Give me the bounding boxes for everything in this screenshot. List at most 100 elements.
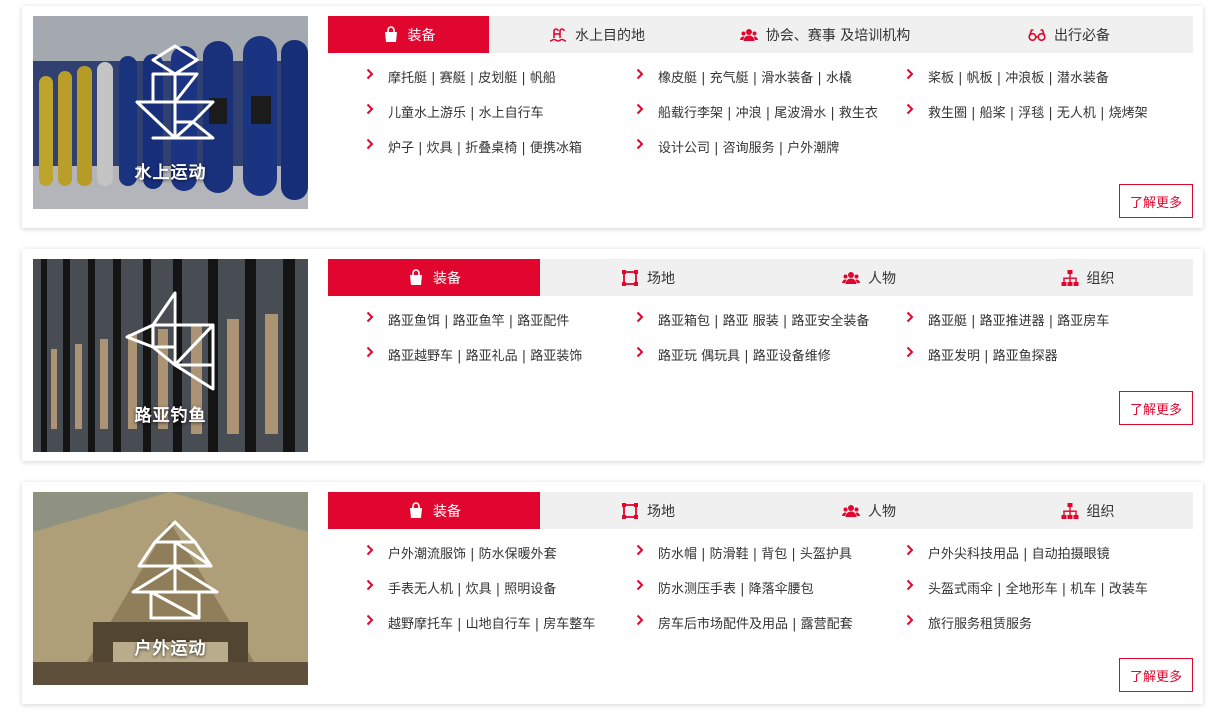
list-item[interactable]: 旅行服务租赁服务 bbox=[906, 613, 1032, 632]
chevron-right-icon bbox=[366, 579, 374, 591]
list-item[interactable]: 摩托艇 | 赛艇 | 皮划艇 | 帆船 bbox=[366, 67, 556, 86]
chevron-right-icon bbox=[636, 346, 644, 358]
category-card-lure-fishing: 路亚钓鱼 装备 场地 人物 组织 路亚鱼饵 | 路亚鱼竿 | 路亚配件 路亚箱包… bbox=[22, 249, 1203, 461]
chevron-right-icon bbox=[906, 579, 914, 591]
category-image[interactable]: 水上运动 bbox=[33, 16, 308, 209]
users-icon bbox=[842, 504, 860, 517]
list-item[interactable]: 路亚玩 偶玩具 | 路亚设备维修 bbox=[636, 345, 831, 364]
category-image[interactable]: 路亚钓鱼 bbox=[33, 259, 308, 452]
tab-label: 人物 bbox=[868, 270, 896, 287]
users-icon bbox=[842, 271, 860, 284]
chevron-right-icon bbox=[366, 311, 374, 323]
tab-people[interactable]: 人物 bbox=[756, 259, 982, 296]
list-item[interactable]: 路亚越野车 | 路亚礼品 | 路亚装饰 bbox=[366, 345, 582, 364]
tab-equipment[interactable]: 装备 bbox=[328, 492, 540, 529]
list-item[interactable]: 炉子 | 炊具 | 折叠桌椅 | 便携冰箱 bbox=[366, 137, 582, 156]
chevron-right-icon bbox=[366, 68, 374, 80]
tab-label: 场地 bbox=[647, 270, 675, 287]
tab-associations[interactable]: 协会、赛事 及培训机构 bbox=[705, 16, 945, 53]
list-item[interactable]: 防水测压手表 | 降落伞腰包 bbox=[636, 578, 814, 597]
chevron-right-icon bbox=[636, 579, 644, 591]
pool-ladder-icon bbox=[549, 27, 567, 42]
shopping-bag-icon bbox=[410, 268, 422, 285]
list-item[interactable]: 船载行李架 | 冲浪 | 尾波滑水 | 救生衣 bbox=[636, 102, 878, 121]
list-item[interactable]: 橡皮艇 | 充气艇 | 滑水装备 | 水橇 bbox=[636, 67, 852, 86]
tab-label: 出行必备 bbox=[1054, 27, 1110, 44]
shopping-bag-icon bbox=[410, 501, 422, 518]
learn-more-button[interactable]: 了解更多 bbox=[1119, 391, 1193, 425]
chevron-right-icon bbox=[636, 311, 644, 323]
tab-travel-essentials[interactable]: 出行必备 bbox=[945, 16, 1193, 53]
list-item[interactable]: 救生圈 | 船桨 | 浮毯 | 无人机 | 烧烤架 bbox=[906, 102, 1148, 121]
chevron-right-icon bbox=[636, 68, 644, 80]
category-image[interactable]: 户外运动 bbox=[33, 492, 308, 685]
tab-label: 组织 bbox=[1086, 503, 1115, 520]
tab-equipment[interactable]: 装备 bbox=[328, 16, 489, 53]
list-item[interactable]: 防水帽 | 防滑鞋 | 背包 | 头盔护具 bbox=[636, 543, 852, 562]
chevron-right-icon bbox=[366, 544, 374, 556]
tangram-boat-emblem bbox=[135, 44, 215, 140]
chevron-right-icon bbox=[366, 103, 374, 115]
org-chart-icon bbox=[1061, 502, 1078, 519]
shopping-bag-icon bbox=[384, 25, 397, 42]
list-item[interactable]: 桨板 | 帆板 | 冲浪板 | 潜水装备 bbox=[906, 67, 1109, 86]
category-card-water-sports: 水上运动 装备 水上目的地 协会、赛事 及培训机构 出行必备 摩托艇 | 赛艇 … bbox=[22, 6, 1203, 228]
list-item[interactable]: 户外潮流服饰 | 防水保暖外套 bbox=[366, 543, 557, 562]
category-card-outdoor-sports: 户外运动 装备 场地 人物 组织 户外潮流服饰 | 防水保暖外套 防水帽 | 防… bbox=[22, 482, 1203, 704]
chevron-right-icon bbox=[636, 614, 644, 626]
list-item[interactable]: 路亚鱼饵 | 路亚鱼竿 | 路亚配件 bbox=[366, 310, 569, 329]
list-item[interactable]: 手表无人机 | 炊具 | 照明设备 bbox=[366, 578, 556, 597]
category-caption: 路亚钓鱼 bbox=[134, 406, 207, 426]
tab-label: 装备 bbox=[433, 270, 461, 287]
tab-bar: 装备 水上目的地 协会、赛事 及培训机构 出行必备 bbox=[328, 16, 1193, 53]
list-item[interactable]: 路亚发明 | 路亚鱼探器 bbox=[906, 345, 1058, 364]
learn-more-button[interactable]: 了解更多 bbox=[1119, 658, 1193, 692]
list-item[interactable]: 设计公司 | 咨询服务 | 户外潮牌 bbox=[636, 137, 839, 156]
tab-venues[interactable]: 场地 bbox=[540, 259, 756, 296]
org-chart-icon bbox=[1061, 269, 1078, 286]
chevron-right-icon bbox=[366, 614, 374, 626]
tab-water-destinations[interactable]: 水上目的地 bbox=[489, 16, 705, 53]
tab-label: 装备 bbox=[407, 27, 436, 44]
tab-label: 装备 bbox=[433, 503, 461, 520]
tab-label: 组织 bbox=[1086, 270, 1115, 287]
chevron-right-icon bbox=[906, 103, 914, 115]
venue-frame-icon bbox=[622, 269, 638, 286]
tab-label: 水上目的地 bbox=[575, 27, 645, 44]
tab-label: 场地 bbox=[647, 503, 675, 520]
category-caption: 水上运动 bbox=[134, 163, 207, 183]
chevron-right-icon bbox=[906, 68, 914, 80]
list-item[interactable]: 越野摩托车 | 山地自行车 | 房车整车 bbox=[366, 613, 595, 632]
list-item[interactable]: 头盔式雨伞 | 全地形车 | 机车 | 改装车 bbox=[906, 578, 1148, 597]
chevron-right-icon bbox=[636, 544, 644, 556]
chevron-right-icon bbox=[906, 346, 914, 358]
list-item[interactable]: 路亚箱包 | 路亚 服装 | 路亚安全装备 bbox=[636, 310, 869, 329]
tab-equipment[interactable]: 装备 bbox=[328, 259, 540, 296]
list-item[interactable]: 儿童水上游乐 | 水上自行车 bbox=[366, 102, 544, 121]
chevron-right-icon bbox=[366, 138, 374, 150]
chevron-right-icon bbox=[906, 544, 914, 556]
tab-bar: 装备 场地 人物 组织 bbox=[328, 492, 1193, 529]
tangram-fish-emblem bbox=[125, 291, 215, 391]
tab-label: 人物 bbox=[868, 503, 896, 520]
chevron-right-icon bbox=[636, 138, 644, 150]
learn-more-button[interactable]: 了解更多 bbox=[1119, 184, 1193, 218]
list-item[interactable]: 户外尖科技用品 | 自动拍摄眼镜 bbox=[906, 543, 1110, 562]
tab-organizations[interactable]: 组织 bbox=[982, 492, 1193, 529]
users-icon bbox=[739, 28, 758, 41]
tab-venues[interactable]: 场地 bbox=[540, 492, 756, 529]
chevron-right-icon bbox=[906, 311, 914, 323]
chevron-right-icon bbox=[636, 103, 644, 115]
tab-bar: 装备 场地 人物 组织 bbox=[328, 259, 1193, 296]
tab-people[interactable]: 人物 bbox=[756, 492, 982, 529]
list-item[interactable]: 房车后市场配件及用品 | 露营配套 bbox=[636, 613, 853, 632]
chevron-right-icon bbox=[906, 614, 914, 626]
glasses-icon bbox=[1028, 28, 1046, 41]
chevron-right-icon bbox=[366, 346, 374, 358]
venue-frame-icon bbox=[622, 502, 638, 519]
tangram-tree-emblem bbox=[131, 520, 219, 620]
category-caption: 户外运动 bbox=[134, 639, 207, 659]
tab-organizations[interactable]: 组织 bbox=[982, 259, 1193, 296]
list-item[interactable]: 路亚艇 | 路亚推进器 | 路亚房车 bbox=[906, 310, 1109, 329]
tab-label: 协会、赛事 及培训机构 bbox=[765, 27, 911, 44]
